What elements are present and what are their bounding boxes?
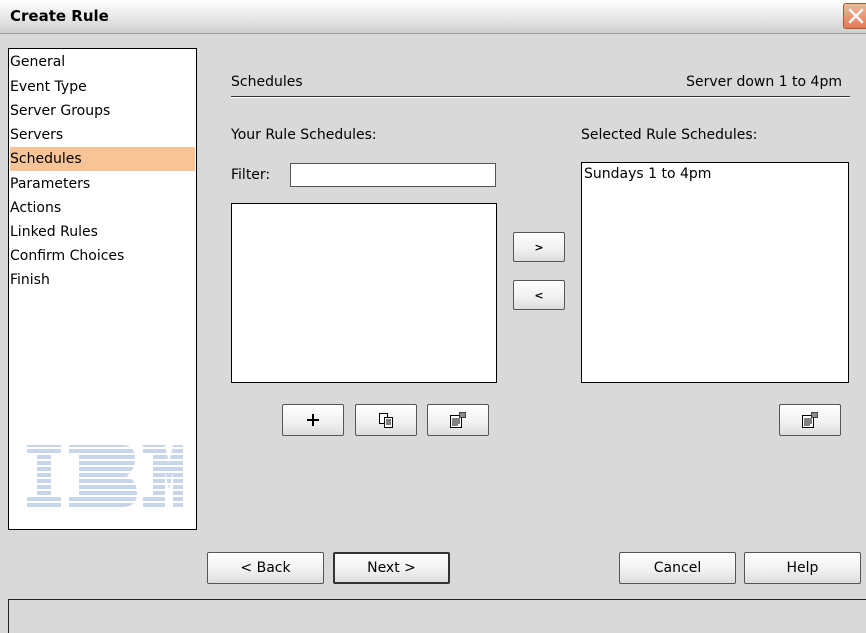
rule-name-label: Server down 1 to 4pm xyxy=(686,74,842,90)
your-schedules-label: Your Rule Schedules: xyxy=(231,127,377,143)
selected-schedules-list[interactable]: Sundays 1 to 4pm xyxy=(581,162,849,383)
nav-item-server-groups[interactable]: Server Groups xyxy=(10,99,195,123)
close-button[interactable] xyxy=(843,3,866,29)
copy-schedule-button[interactable] xyxy=(355,404,417,436)
ibm-logo xyxy=(27,445,183,507)
add-schedule-button[interactable]: > xyxy=(513,232,565,262)
cancel-button-label: Cancel xyxy=(653,560,702,576)
properties-icon xyxy=(450,412,466,428)
nav-item-event-type[interactable]: Event Type xyxy=(10,75,195,99)
help-button-label: Help xyxy=(786,560,819,576)
new-schedule-button[interactable] xyxy=(282,404,344,436)
next-button-label: Next > xyxy=(367,560,416,576)
nav-item-actions[interactable]: Actions xyxy=(10,196,195,220)
help-button[interactable]: Help xyxy=(744,552,861,584)
back-button[interactable]: < Back xyxy=(207,552,324,584)
wizard-steps-panel: General Event Type Server Groups Servers… xyxy=(8,48,197,530)
nav-item-servers[interactable]: Servers xyxy=(10,123,195,147)
next-button[interactable]: Next > xyxy=(333,552,450,584)
filter-input[interactable] xyxy=(290,163,496,187)
copy-icon xyxy=(379,413,393,428)
remove-arrow-label: < xyxy=(534,288,544,302)
nav-item-parameters[interactable]: Parameters xyxy=(10,172,195,196)
schedule-properties-button[interactable] xyxy=(427,404,489,436)
list-item[interactable]: Sundays 1 to 4pm xyxy=(584,166,711,182)
add-arrow-label: > xyxy=(534,240,544,254)
nav-item-linked-rules[interactable]: Linked Rules xyxy=(10,220,195,244)
properties-icon xyxy=(802,412,818,428)
window-frame xyxy=(0,34,7,633)
title-bar: Create Rule xyxy=(0,0,866,34)
back-button-label: < Back xyxy=(240,560,291,576)
plus-icon xyxy=(307,414,319,426)
window-title: Create Rule xyxy=(10,7,109,25)
remove-schedule-button[interactable]: < xyxy=(513,280,565,310)
nav-item-general[interactable]: General xyxy=(10,50,195,74)
cancel-button[interactable]: Cancel xyxy=(619,552,736,584)
close-icon xyxy=(848,8,864,24)
nav-item-schedules[interactable]: Schedules xyxy=(10,147,195,171)
selected-properties-button[interactable] xyxy=(779,404,841,436)
section-title: Schedules xyxy=(231,74,303,90)
nav-item-finish[interactable]: Finish xyxy=(10,268,195,292)
selected-schedules-label: Selected Rule Schedules: xyxy=(581,127,758,143)
nav-item-confirm-choices[interactable]: Confirm Choices xyxy=(10,244,195,268)
filter-label: Filter: xyxy=(231,167,271,183)
status-bar xyxy=(8,599,866,633)
section-divider-highlight xyxy=(231,97,850,98)
your-schedules-list[interactable] xyxy=(231,203,497,383)
